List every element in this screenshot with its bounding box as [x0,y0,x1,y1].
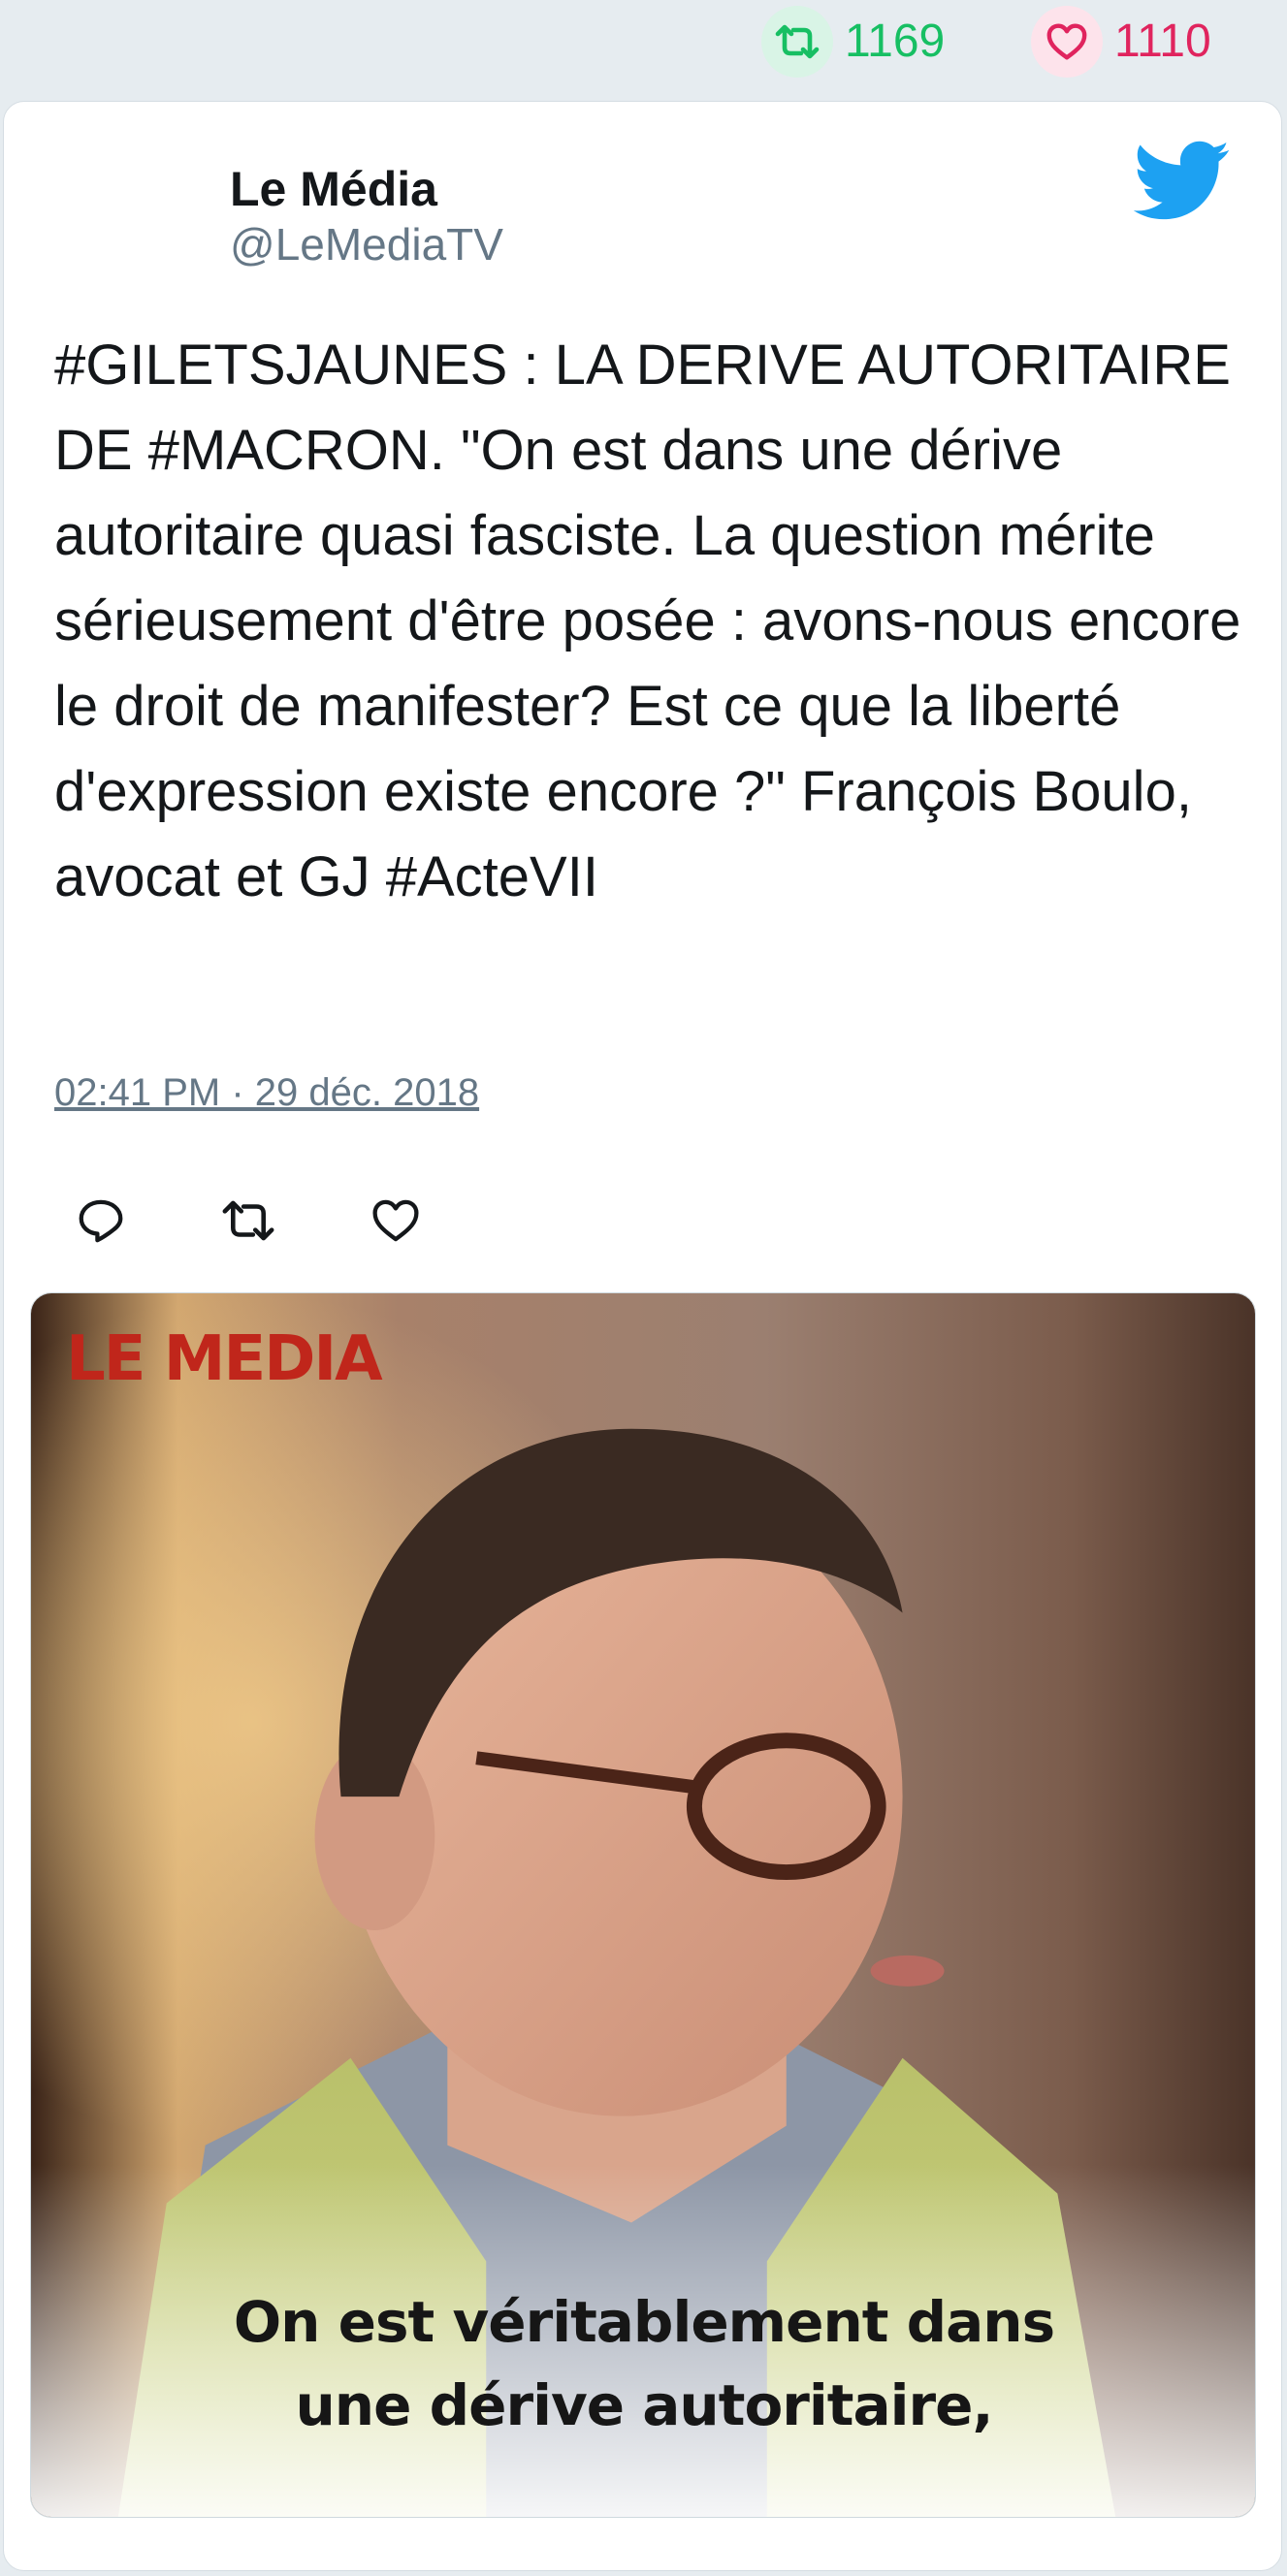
tweet-text: #GILETSJAUNES : LA DERIVE AUTORITAIRE DE… [54,334,1241,908]
tweet-video-thumbnail[interactable]: LE MEDIA On est véritablement dans une d… [30,1292,1256,2518]
author-handle[interactable]: @LeMediaTV [230,218,503,271]
like-action-icon[interactable] [367,1192,425,1250]
like-count: 1110 [1114,16,1211,67]
retweet-icon [761,6,833,78]
author-name[interactable]: Le Média [230,160,437,218]
twitter-bird-icon[interactable] [1134,141,1231,222]
le-media-logo: LE MEDIA [66,1323,383,1395]
retweet-stat[interactable]: 1169 [761,6,946,78]
retweet-count: 1169 [845,16,946,67]
tweet-date-link[interactable]: 02:41 PM · 29 déc. 2018 [54,1069,479,1116]
reply-icon[interactable] [72,1192,130,1250]
video-subtitle-line-2: une dérive autoritaire, [295,2372,994,2438]
heart-icon [1031,6,1103,78]
video-subtitle: On est véritablement dans une dérive aut… [31,2280,1255,2447]
engagement-stats: 1169 1110 [0,0,1287,97]
video-subtitle-line-1: On est véritablement dans [233,2289,1055,2355]
like-stat[interactable]: 1110 [1031,6,1211,78]
tweet-card[interactable]: Le Média @LeMediaTV #GILETSJAUNES : LA D… [3,101,1282,2571]
tweet-actions [72,1190,514,1252]
retweet-action-icon[interactable] [219,1192,277,1250]
